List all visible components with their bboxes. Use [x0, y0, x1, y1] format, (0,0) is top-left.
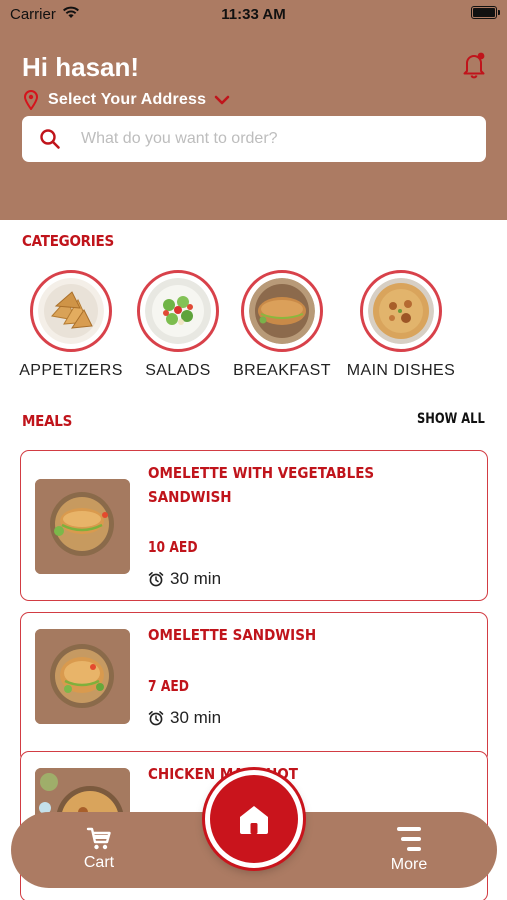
meal-name: OMELETTE WITH VEGETABLES SANDWISH [148, 464, 375, 506]
meal-image [35, 629, 130, 724]
salad-bowl-image [145, 278, 211, 344]
omelette-sandwich-image [35, 629, 130, 724]
meal-price: 7 AED [148, 677, 189, 695]
category-appetizers[interactable]: APPETIZERS [16, 270, 126, 380]
category-image-frame [360, 270, 442, 352]
meal-prep-time: 30 min [148, 569, 221, 589]
search-icon [40, 129, 60, 149]
search-bar[interactable] [22, 116, 486, 162]
meal-card[interactable]: OMELETTE SANDWISH 7 AED 30 min [20, 612, 488, 763]
category-image-frame [30, 270, 112, 352]
category-label: BREAKFAST [233, 362, 331, 379]
rice-platter-image [368, 278, 434, 344]
meal-time-label: 30 min [170, 708, 222, 727]
meal-prep-time: 30 min [148, 708, 221, 728]
samosa-plate-image [38, 278, 104, 344]
status-bar: Carrier 11:33 AM [0, 0, 507, 28]
meal-price: 10 AED [148, 538, 198, 556]
meal-image [35, 479, 130, 574]
meals-title: MEALS [22, 412, 73, 430]
shopping-cart-icon [86, 827, 111, 850]
location-pin-icon [24, 90, 38, 110]
meal-time-label: 30 min [170, 569, 222, 588]
notification-bell-icon[interactable] [459, 50, 489, 80]
show-all-link[interactable]: SHOW ALL [417, 411, 485, 427]
sandwich-plate-image [249, 278, 315, 344]
meal-name: CHICKEN MADGHOT [148, 765, 298, 783]
alarm-clock-icon [148, 572, 164, 587]
battery-icon [471, 6, 500, 19]
search-input[interactable] [81, 130, 461, 148]
category-label: SALADS [145, 362, 211, 379]
meal-name: OMELETTE SANDWISH [148, 626, 317, 644]
category-label: MAIN DISHES [346, 362, 456, 379]
category-image-frame [241, 270, 323, 352]
address-selector[interactable]: Select Your Address [24, 89, 230, 111]
meal-card[interactable]: OMELETTE WITH VEGETABLES SANDWISH 10 AED… [20, 450, 488, 601]
chevron-down-icon [214, 95, 230, 105]
nav-more-label: More [390, 856, 428, 873]
nav-more-button[interactable]: More [381, 824, 437, 874]
home-button[interactable] [205, 770, 303, 868]
category-salads[interactable]: SALADS [123, 270, 233, 380]
alarm-clock-icon [148, 711, 164, 726]
nav-cart-label: Cart [83, 854, 115, 871]
categories-title: CATEGORIES [22, 232, 114, 250]
address-label: Select Your Address [48, 91, 207, 108]
category-image-frame [137, 270, 219, 352]
category-main-dishes[interactable]: MAIN DISHES [346, 270, 456, 380]
nav-cart-button[interactable]: Cart [71, 826, 127, 872]
category-label: APPETIZERS [19, 362, 123, 379]
category-breakfast[interactable]: BREAKFAST [227, 270, 337, 380]
greeting-title: Hi hasan! [22, 52, 140, 82]
home-icon [240, 806, 268, 834]
clock-time: 11:33 AM [221, 6, 286, 23]
menu-lines-icon [397, 827, 421, 851]
omelette-vegetables-sandwich-image [35, 479, 130, 574]
